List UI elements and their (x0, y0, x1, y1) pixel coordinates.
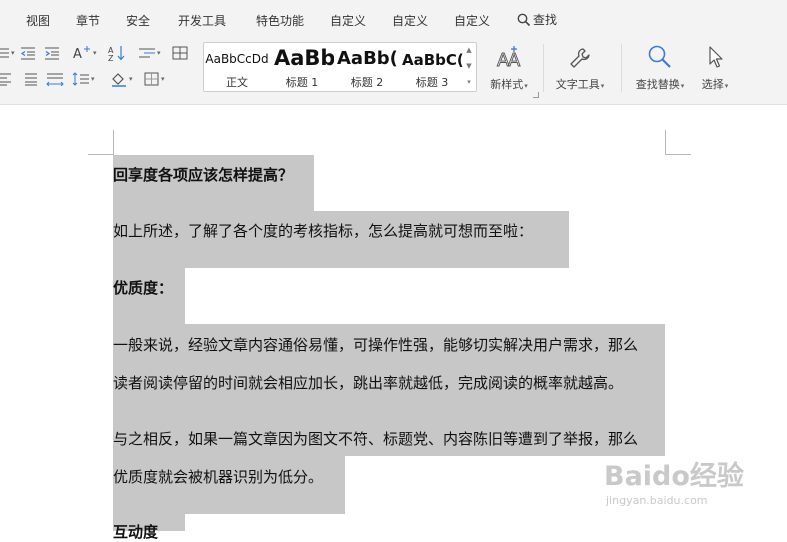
cursor-arrow-icon (709, 46, 723, 68)
new-style-button[interactable]: A A 新样式▾ (479, 44, 539, 92)
justify-icon (25, 73, 37, 86)
crop-mark-right-h (665, 154, 691, 155)
find-replace-label: 查找替换 (635, 78, 680, 91)
text-tools-button[interactable]: 文字工具▾ (549, 44, 611, 92)
style-normal[interactable]: AaBbCcDd 正文 (205, 43, 269, 91)
list-icon (0, 48, 9, 58)
increase-indent-icon (45, 47, 59, 60)
menu-chapter[interactable]: 章节 (76, 12, 100, 29)
char-scale-icon: A (73, 46, 90, 61)
table-grid-icon (172, 46, 188, 60)
svg-text:Z: Z (108, 54, 114, 61)
menu-view[interactable]: 视图 (26, 12, 50, 29)
style-heading-1-preview: AaBb (274, 46, 334, 70)
scroll-up-icon[interactable]: ▲ (466, 46, 471, 54)
line-spacing-icon (139, 48, 155, 58)
doc-subheading: 优质度： (113, 279, 174, 297)
distribute-icon (46, 73, 64, 86)
menu-custom-2[interactable]: 自定义 (392, 12, 428, 29)
sort-button[interactable]: A Z (108, 44, 126, 62)
toolbar-separator (621, 44, 622, 92)
svg-text:A: A (73, 47, 82, 61)
menu-custom-3[interactable]: 自定义 (454, 12, 490, 29)
menu-special-features[interactable]: 特色功能 (256, 12, 304, 29)
text-box-button[interactable] (172, 44, 188, 62)
paragraph-spacing-button[interactable]: ▾ (72, 70, 95, 88)
expand-gallery-icon[interactable]: ▾ (467, 78, 471, 86)
paragraph-spacing-icon (72, 72, 89, 86)
menu-custom-1[interactable]: 自定义 (330, 12, 366, 29)
doc-paragraph: 一般来说，经验文章内容通俗易懂，可操作性强，能够切实解决用户需求，那么 (113, 336, 639, 354)
watermark-url: jingyan.baidu.com (606, 494, 708, 507)
style-normal-name: 正文 (226, 76, 248, 89)
styles-scroll[interactable]: ▲ ▼ ▾ (463, 42, 475, 90)
doc-paragraph: 优质度就会被机器识别为低分。 (113, 468, 324, 486)
style-heading-3[interactable]: AaBbC( 标题 3 (400, 43, 464, 91)
borders-icon (144, 72, 159, 86)
toolbar-separator (543, 44, 544, 92)
style-heading-1[interactable]: AaBb 标题 1 (270, 43, 334, 91)
menu-search[interactable]: 查找 (517, 11, 557, 28)
justify-button[interactable] (24, 70, 38, 88)
doc-paragraph: 与之相反，如果一篇文章因为图文不符、标题党、内容陈旧等遭到了举报，那么 (113, 430, 639, 448)
style-heading-3-name: 标题 3 (415, 76, 449, 89)
decrease-indent-icon (20, 47, 35, 60)
menu-search-label: 查找 (533, 13, 558, 27)
doc-subheading: 互动度 (113, 523, 159, 541)
paint-bucket-icon (112, 73, 126, 87)
wrench-icon (570, 48, 590, 68)
sort-icon: A Z (108, 46, 125, 61)
decrease-indent-button[interactable] (20, 44, 36, 62)
baidu-jingyan-watermark: Baido经验 jingyan.baidu.com (604, 452, 764, 522)
select-button[interactable]: 选择▾ (690, 44, 740, 92)
style-heading-2[interactable]: AaBb( 标题 2 (335, 43, 399, 91)
crop-mark-right (665, 130, 666, 155)
menu-developer-tools[interactable]: 开发工具 (178, 12, 226, 29)
char-scale-button[interactable]: A ▾ (72, 44, 97, 62)
doc-paragraph: 如上所述，了解了各个度的考核指标，怎么提高就可想而至啦： (113, 222, 534, 240)
new-style-icon: A A (497, 46, 521, 70)
align-left-button[interactable] (0, 70, 12, 88)
increase-indent-button[interactable] (44, 44, 60, 62)
watermark-logo-text: Baido经验 (604, 461, 744, 492)
svg-text:A: A (508, 50, 521, 70)
menu-security[interactable]: 安全 (126, 12, 150, 29)
style-normal-preview: AaBbCcDd (205, 52, 269, 66)
align-left-icon (0, 73, 11, 86)
style-heading-2-preview: AaBb( (337, 48, 398, 69)
distribute-button[interactable] (46, 70, 64, 88)
magnifier-icon (648, 45, 671, 68)
style-heading-3-preview: AaBbC( (402, 51, 464, 69)
crop-mark-left-h (88, 154, 114, 155)
search-icon (517, 13, 531, 26)
borders-button[interactable]: ▾ (144, 70, 165, 88)
find-replace-button[interactable]: 查找替换▾ (629, 44, 691, 92)
line-spacing-button[interactable]: ▾ (138, 44, 161, 62)
scroll-down-icon[interactable]: ▼ (466, 62, 471, 70)
doc-heading: 回享度各项应该怎样提高？ (113, 166, 294, 184)
select-label: 选择 (701, 78, 724, 91)
numbering-button[interactable]: ▾ (0, 44, 15, 62)
doc-paragraph: 读者阅读停留的时间就会相应加长，跳出率就越低，完成阅读的概率就越高。 (113, 374, 624, 392)
menu-bar: 视图 章节 安全 开发工具 特色功能 自定义 自定义 自定义 查找 (0, 0, 787, 38)
styles-dialog-launcher[interactable] (533, 92, 539, 98)
text-tools-label: 文字工具 (555, 78, 600, 91)
style-heading-2-name: 标题 2 (350, 76, 384, 89)
crop-mark-left (113, 130, 114, 155)
style-heading-1-name: 标题 1 (285, 76, 319, 89)
shading-button[interactable]: ▾ (110, 70, 133, 88)
styles-gallery: AaBbCcDd 正文 AaBb 标题 1 AaBb( 标题 2 AaBbC( … (203, 42, 477, 92)
new-style-label: 新样式 (490, 78, 524, 91)
